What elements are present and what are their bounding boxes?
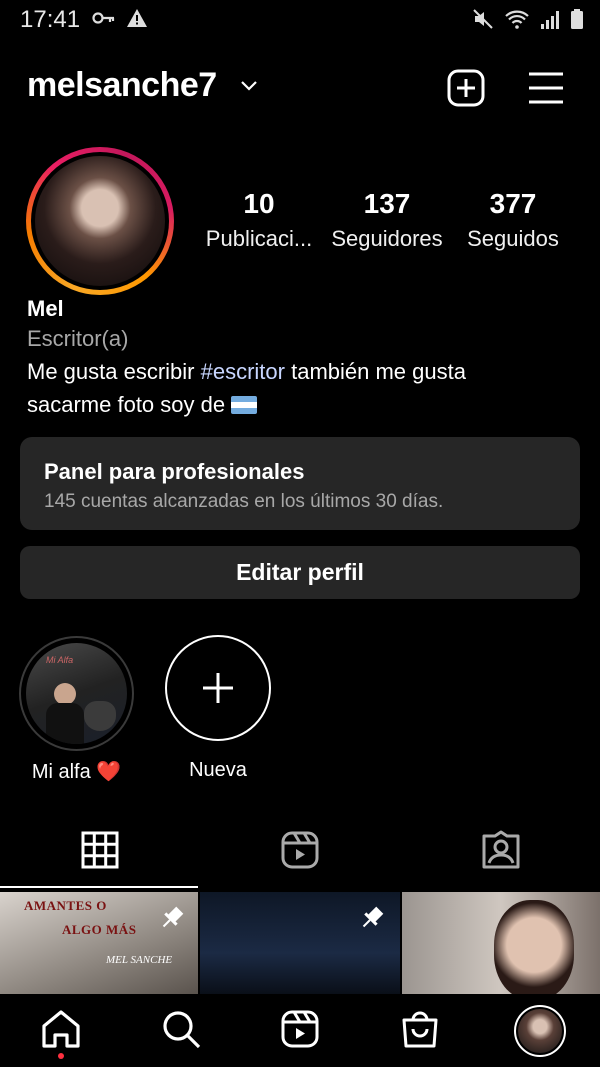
stat-following-label: Seguidos — [467, 226, 559, 251]
post3-face — [494, 900, 574, 994]
active-tab-indicator — [0, 886, 198, 888]
home-icon[interactable] — [40, 1008, 82, 1050]
profile-avatar[interactable] — [26, 147, 174, 295]
panel-subtitle: 145 cuentas alcanzadas en los últimos 30… — [44, 491, 444, 512]
argentina-flag-icon — [231, 396, 258, 414]
pin-icon — [162, 906, 184, 928]
profile-name: Mel — [27, 296, 64, 321]
highlight-person — [54, 683, 76, 705]
professional-dashboard-panel[interactable]: Panel para profesionales 145 cuentas alc… — [20, 437, 580, 530]
signal-icon — [541, 11, 559, 29]
bio-text-1: Me gusta escribir — [27, 359, 201, 384]
pin-icon — [362, 906, 384, 928]
key-icon — [92, 12, 115, 24]
stat-following[interactable]: 377 Seguidos — [448, 188, 578, 252]
highlight-person-body — [46, 703, 84, 744]
stat-followers-value: 137 — [363, 188, 411, 219]
profile-category: Escritor(a) — [27, 326, 129, 351]
username-title[interactable]: melsanche7 — [27, 66, 217, 105]
stat-followers[interactable]: 137 Seguidores — [322, 188, 452, 252]
stat-posts-label: Publicaci... — [205, 226, 313, 251]
mute-icon — [473, 9, 493, 29]
highlight-cover-text: Mi Alfa — [46, 655, 74, 665]
nav-avatar-photo — [518, 1009, 562, 1053]
highlight-wolf — [84, 701, 116, 731]
status-icons-left — [92, 8, 148, 28]
tagged-tab-icon[interactable] — [481, 830, 521, 870]
reels-icon[interactable] — [279, 1008, 321, 1050]
new-highlight-label: Nueva — [189, 759, 247, 781]
post1-author: MEL SANCHE — [106, 954, 173, 966]
stat-followers-label: Seguidores — [331, 226, 443, 251]
stat-following-value: 377 — [489, 188, 537, 219]
highlight-mi-alfa-label: Mi alfa ❤️ — [31, 761, 122, 783]
post-thumbnail-2[interactable] — [200, 892, 400, 994]
post-thumbnail-1[interactable]: AMANTES O ALGO MÁS MEL SANCHE — [0, 892, 198, 994]
status-time: 17:41 — [20, 6, 81, 33]
shop-icon[interactable] — [399, 1008, 441, 1050]
edit-profile-button[interactable]: Editar perfil — [20, 546, 580, 599]
post1-title-line1: AMANTES O — [24, 898, 107, 913]
menu-icon[interactable] — [526, 68, 566, 108]
stat-posts[interactable]: 10 Publicaci... — [194, 188, 324, 252]
search-icon[interactable] — [160, 1008, 202, 1050]
highlight-mi-alfa[interactable]: Mi Alfa — [19, 636, 134, 751]
avatar-photo — [35, 156, 165, 286]
wifi-icon — [505, 10, 529, 29]
chevron-down-icon[interactable] — [238, 74, 260, 96]
post-thumbnail-3[interactable] — [402, 892, 600, 994]
status-icons-right — [472, 8, 584, 30]
post1-title-line2: ALGO MÁS — [62, 922, 137, 937]
highlight-cover: Mi Alfa — [26, 643, 127, 744]
warning-icon — [127, 9, 147, 27]
bio-hashtag-link[interactable]: #escritor — [201, 359, 285, 384]
panel-title: Panel para profesionales — [44, 459, 305, 484]
grid-icon[interactable] — [80, 830, 120, 870]
profile-bio: Me gusta escribir #escritor también me g… — [27, 355, 547, 421]
notification-dot — [58, 1053, 64, 1059]
plus-icon — [203, 673, 233, 703]
create-post-icon[interactable] — [446, 68, 486, 108]
battery-icon — [571, 9, 583, 29]
new-highlight-button[interactable] — [165, 635, 271, 741]
profile-nav-avatar[interactable] — [514, 1005, 566, 1057]
reels-tab-icon[interactable] — [280, 830, 320, 870]
stat-posts-value: 10 — [243, 188, 275, 219]
